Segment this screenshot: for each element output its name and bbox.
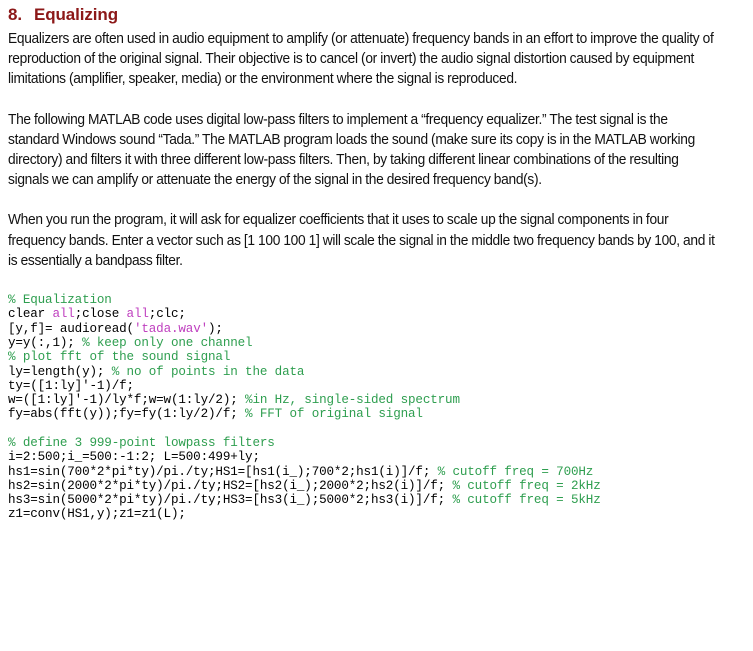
code-token-plain: ty=([1:ly]'-1)/f; [8, 378, 134, 393]
code-token-plain: ly=length(y); [8, 364, 112, 379]
code-line: [y,f]= audioread('tada.wav'); [8, 322, 733, 336]
code-token-comment: % plot fft of the sound signal [8, 350, 231, 365]
code-token-plain: i=2:500;i_=500:-1:2; L=500:499+ly; [8, 450, 260, 465]
code-line: z1=conv(HS1,y);z1=z1(L); [8, 507, 733, 521]
paragraph-intro: Equalizers are often used in audio equip… [8, 31, 714, 88]
code-line: hs2=sin(2000*2*pi*ty)/pi./ty;HS2=[hs2(i_… [8, 479, 733, 493]
code-line: fy=abs(fft(y));fy=fy(1:ly/2)/f; % FFT of… [8, 407, 733, 421]
code-token-kw: all [126, 307, 149, 322]
code-token-kw: all [52, 307, 75, 322]
code-token-plain: hs2=sin(2000*2*pi*ty)/pi./ty;HS2=[hs2(i_… [8, 478, 453, 493]
code-token-plain: hs3=sin(5000*2*pi*ty)/pi./ty;HS3=[hs3(i_… [8, 493, 453, 508]
code-token-comment: % cutoff freq = 2kHz [452, 478, 601, 493]
code-line: % define 3 999-point lowpass filters [8, 436, 733, 450]
paragraph-usage: When you run the program, it will ask fo… [8, 212, 715, 269]
page-title: 8. Equalizing [8, 4, 733, 26]
code-token-comment: % no of points in the data [111, 364, 305, 379]
section-title: Equalizing [34, 5, 119, 24]
code-token-string: 'tada.wav' [133, 321, 209, 336]
code-token-comment: %in Hz, single-sided spectrum [245, 393, 460, 408]
matlab-code-block: % Equalization clear all;close all;clc; [y… [8, 293, 733, 522]
section-number: 8. [8, 5, 22, 24]
code-token-comment: % define 3 999-point lowpass filters [8, 436, 275, 450]
code-token-comment: % FFT of original signal [245, 407, 423, 422]
code-line: y=y(:,1); % keep only one channel [8, 336, 733, 350]
code-line: ty=([1:ly]'-1)/f; [8, 379, 733, 393]
code-token-plain: ;close [74, 307, 127, 322]
code-line: % plot fft of the sound signal [8, 350, 733, 364]
code-token-comment: % cutoff freq = 700Hz [437, 464, 594, 479]
code-token-comment: % cutoff freq = 5kHz [452, 493, 601, 508]
code-token-plain: ;clc; [148, 307, 186, 322]
code-token-plain: w=([1:ly]'-1)/ly*f;w=w(1:ly/2); [8, 393, 246, 408]
code-token-plain: y=y(:,1); [8, 335, 83, 350]
code-line: w=([1:ly]'-1)/ly*f;w=w(1:ly/2); %in Hz, … [8, 393, 733, 407]
code-line: clear all;close all;clc; [8, 307, 733, 321]
code-line: i=2:500;i_=500:-1:2; L=500:499+ly; [8, 450, 733, 464]
code-token-plain: clear [8, 307, 53, 322]
code-token-plain: [y,f]= audioread( [8, 321, 134, 336]
code-token-plain: z1=conv(HS1,y);z1=z1(L); [8, 507, 186, 522]
code-line: hs1=sin(700*2*pi*ty)/pi./ty;HS1=[hs1(i_)… [8, 465, 733, 479]
paragraph-matlab-description: The following MATLAB code uses digital l… [8, 111, 695, 189]
code-token-plain: ); [208, 321, 223, 336]
code-line: ly=length(y); % no of points in the data [8, 365, 733, 379]
code-token-comment: % keep only one channel [82, 335, 253, 350]
code-token-comment: % Equalization [8, 293, 112, 308]
code-token-plain: fy=abs(fft(y));fy=fy(1:ly/2)/f; [8, 407, 246, 422]
code-line: % Equalization [8, 293, 733, 307]
code-line: hs3=sin(5000*2*pi*ty)/pi./ty;HS3=[hs3(i_… [8, 493, 733, 507]
code-token-plain: hs1=sin(700*2*pi*ty)/pi./ty;HS1=[hs1(i_)… [8, 464, 438, 479]
document-page: 8. Equalizing Equalizers are often used … [0, 0, 753, 651]
body-paragraphs: Equalizers are often used in audio equip… [8, 29, 733, 271]
